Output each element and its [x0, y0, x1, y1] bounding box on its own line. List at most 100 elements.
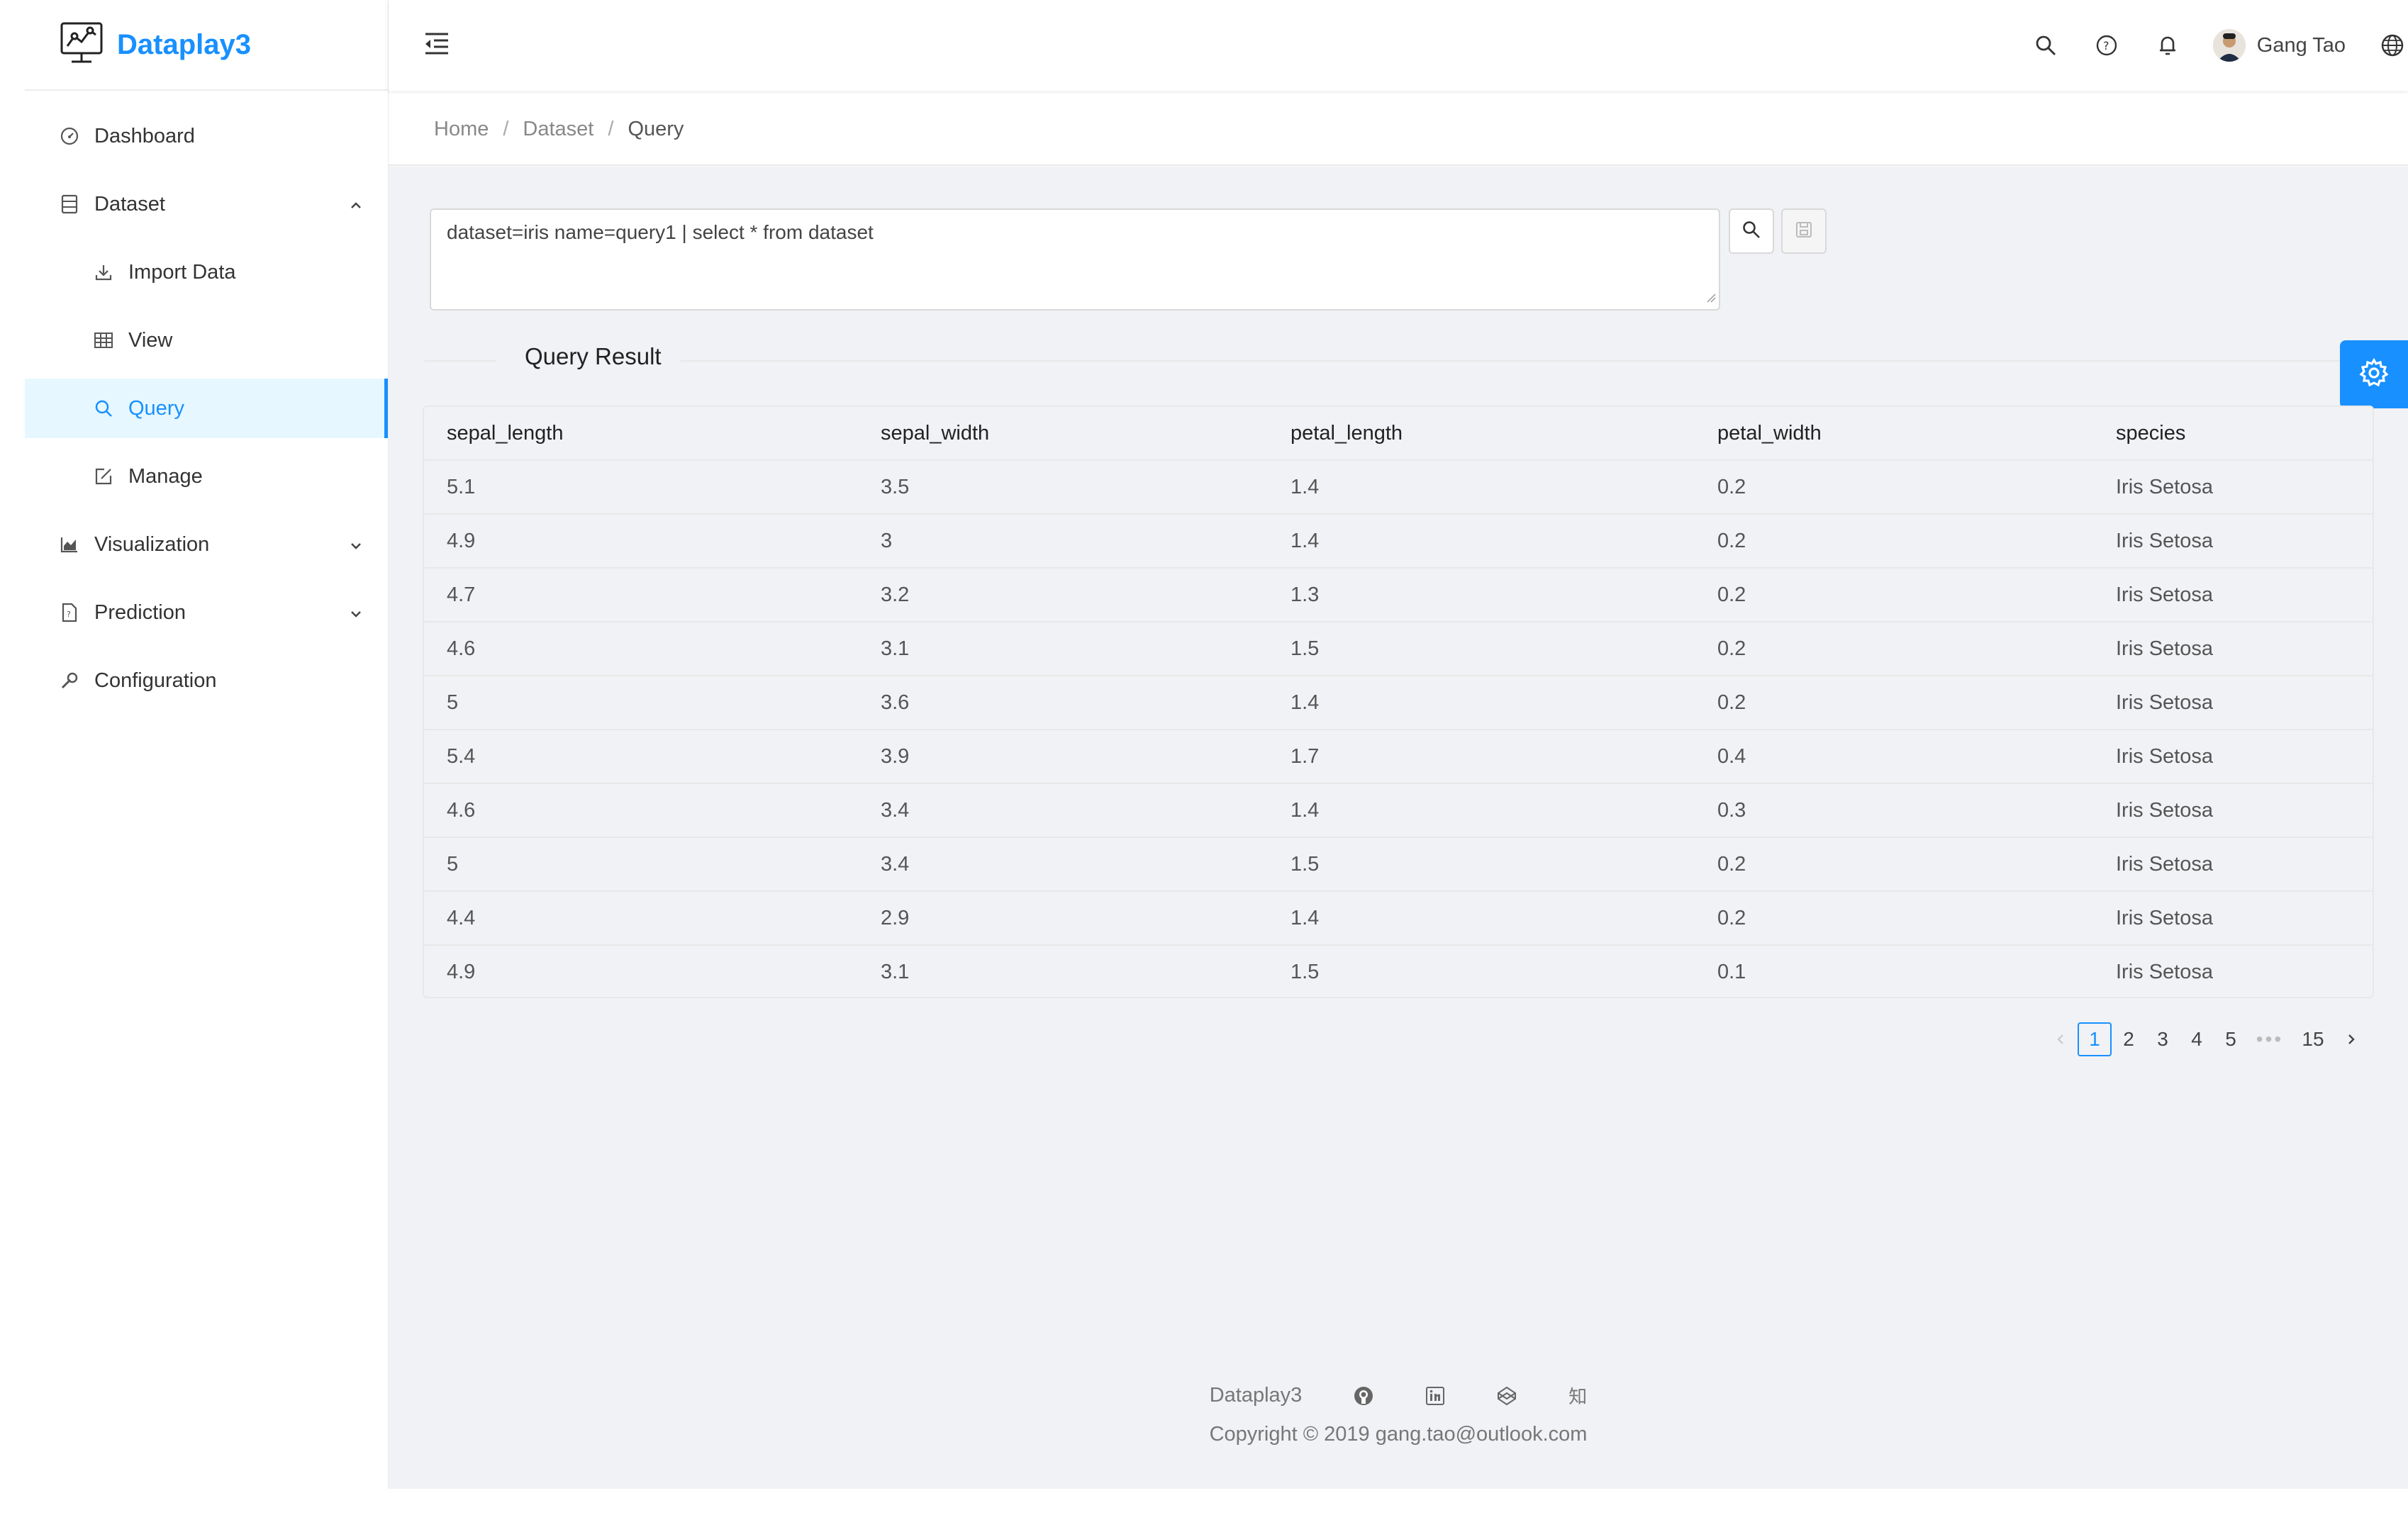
column-header[interactable]: sepal_length	[424, 407, 858, 461]
breadcrumb-dataset[interactable]: Dataset	[523, 118, 593, 141]
bell-icon[interactable]	[2152, 30, 2183, 61]
breadcrumb-separator: /	[608, 117, 614, 140]
table-cell: 0.2	[1695, 514, 2093, 569]
page-2[interactable]: 2	[2112, 1022, 2146, 1056]
user-menu[interactable]: Gang Tao	[2212, 29, 2346, 62]
table-row: 4.9 3.1 1.5 0.1 Iris Setosa	[424, 945, 2373, 998]
sidebar-item-label: Dataset	[94, 192, 165, 216]
page-1[interactable]: 1	[2078, 1022, 2112, 1056]
app-name: Dataplay3	[117, 28, 251, 60]
table-cell: 4.6	[424, 783, 858, 838]
table-cell: 5	[424, 676, 858, 730]
query-input[interactable]: dataset=iris name=query1 | select * from…	[430, 208, 1720, 311]
table-cell: 4.7	[424, 568, 858, 622]
table-cell: 1.4	[1268, 676, 1695, 730]
avatar	[2212, 29, 2246, 62]
svg-text:?: ?	[2103, 39, 2109, 52]
page-ellipsis[interactable]: •••	[2248, 1022, 2292, 1056]
page-5[interactable]: 5	[2214, 1022, 2248, 1056]
sidebar-item-configuration[interactable]: Configuration	[25, 651, 388, 710]
logo-area[interactable]: Dataplay3	[25, 0, 388, 91]
page-4[interactable]: 4	[2180, 1022, 2214, 1056]
chevron-down-icon	[348, 536, 364, 559]
sidebar-item-view[interactable]: View	[25, 311, 388, 370]
table-cell: 1.4	[1268, 783, 1695, 838]
table-cell: Iris Setosa	[2093, 783, 2373, 838]
settings-drawer-button[interactable]	[2340, 340, 2408, 408]
sidebar-item-import-data[interactable]: Import Data	[25, 242, 388, 302]
sidebar-item-label: Dashboard	[94, 124, 195, 147]
resize-handle-icon[interactable]	[1705, 285, 1716, 308]
table-cell: 4.9	[447, 960, 476, 983]
table-cell: Iris Setosa	[2093, 622, 2373, 676]
github-icon[interactable]	[1353, 1385, 1374, 1407]
breadcrumb-home[interactable]: Home	[434, 118, 489, 141]
table-cell: 3.4	[858, 837, 1268, 892]
table-row: 4.4 2.9 1.4 0.2 Iris Setosa	[424, 891, 2373, 946]
search-icon	[93, 398, 114, 419]
table-cell: 0.2	[1695, 568, 2093, 622]
area-chart-icon	[59, 534, 80, 555]
column-header[interactable]: petal_width	[1695, 407, 2093, 461]
table-row: 5.4 3.9 1.7 0.4 Iris Setosa	[424, 730, 2373, 784]
search-icon[interactable]	[2030, 30, 2061, 61]
download-icon	[93, 262, 114, 283]
edit-icon	[93, 466, 114, 487]
sidebar-item-prediction[interactable]: ? Prediction	[25, 583, 388, 642]
table-icon	[93, 330, 114, 351]
top-header: ? Gang Tao	[389, 0, 2408, 91]
result-table: sepal_length sepal_width petal_length pe…	[423, 406, 2374, 998]
sidebar: Dataplay3 Dashboard Dataset Import Data	[25, 0, 389, 1489]
table-row: 4.9 3 1.4 0.2 Iris Setosa	[424, 514, 2373, 569]
menu-fold-icon[interactable]	[423, 31, 451, 60]
table-cell: 3	[858, 514, 1268, 569]
codepen-icon[interactable]	[1496, 1385, 1517, 1407]
column-header[interactable]: sepal_width	[858, 407, 1268, 461]
table-cell: 0.3	[1695, 783, 2093, 838]
zhihu-icon[interactable]: 知	[1568, 1382, 1587, 1409]
table-cell: 3.1	[881, 960, 910, 983]
sidebar-item-query[interactable]: Query	[25, 379, 388, 438]
table-cell: 3.9	[858, 730, 1268, 784]
next-page-icon[interactable]	[2334, 1022, 2368, 1056]
sidebar-item-label: View	[128, 328, 173, 352]
run-query-button[interactable]	[1729, 208, 1774, 254]
linkedin-icon[interactable]	[1425, 1386, 1445, 1406]
table-cell: 4.6	[424, 622, 858, 676]
chevron-up-icon	[348, 196, 364, 219]
table-cell: 3.4	[858, 783, 1268, 838]
page-3[interactable]: 3	[2146, 1022, 2180, 1056]
table-cell: Iris Setosa	[2116, 960, 2213, 983]
query-text: dataset=iris name=query1 | select * from…	[447, 221, 874, 243]
sidebar-item-dataset[interactable]: Dataset	[25, 174, 388, 234]
save-query-button[interactable]	[1781, 208, 1827, 254]
page-15[interactable]: 15	[2292, 1022, 2334, 1056]
sidebar-item-visualization[interactable]: Visualization	[25, 515, 388, 574]
table-cell: 0.2	[1695, 460, 2093, 515]
table-cell: 0.4	[1695, 730, 2093, 784]
column-header[interactable]: petal_length	[1268, 407, 1695, 461]
footer-brand-link[interactable]: Dataplay3	[1210, 1384, 1303, 1407]
table-cell: 3.2	[858, 568, 1268, 622]
table-cell: 1.4	[1268, 514, 1695, 569]
table-row: 4.6 3.4 1.4 0.3 Iris Setosa	[424, 783, 2373, 838]
footer: Dataplay3 知 Copyright © 2019 gang.tao@ou…	[389, 1382, 2408, 1446]
tool-icon	[59, 670, 80, 691]
save-icon	[1795, 220, 1813, 242]
table-cell: 1.5	[1268, 837, 1695, 892]
question-circle-icon[interactable]: ?	[2091, 30, 2122, 61]
table-cell: 1.4	[1268, 460, 1695, 515]
sidebar-item-dashboard[interactable]: Dashboard	[25, 106, 388, 166]
table-cell: 1.4	[1268, 891, 1695, 946]
breadcrumb: Home / Dataset / Query	[389, 94, 2408, 166]
sidebar-item-label: Visualization	[94, 532, 210, 556]
column-header[interactable]: species	[2093, 407, 2373, 461]
table-cell: Iris Setosa	[2093, 514, 2373, 569]
prev-page-icon[interactable]	[2044, 1022, 2078, 1056]
sidebar-item-label: Prediction	[94, 600, 186, 624]
query-result-title: Query Result	[525, 343, 662, 369]
globe-icon[interactable]	[2377, 30, 2408, 61]
sidebar-item-manage[interactable]: Manage	[25, 447, 388, 506]
table-cell: 1.5	[1291, 960, 1320, 983]
sidebar-item-label: Query	[128, 396, 184, 420]
